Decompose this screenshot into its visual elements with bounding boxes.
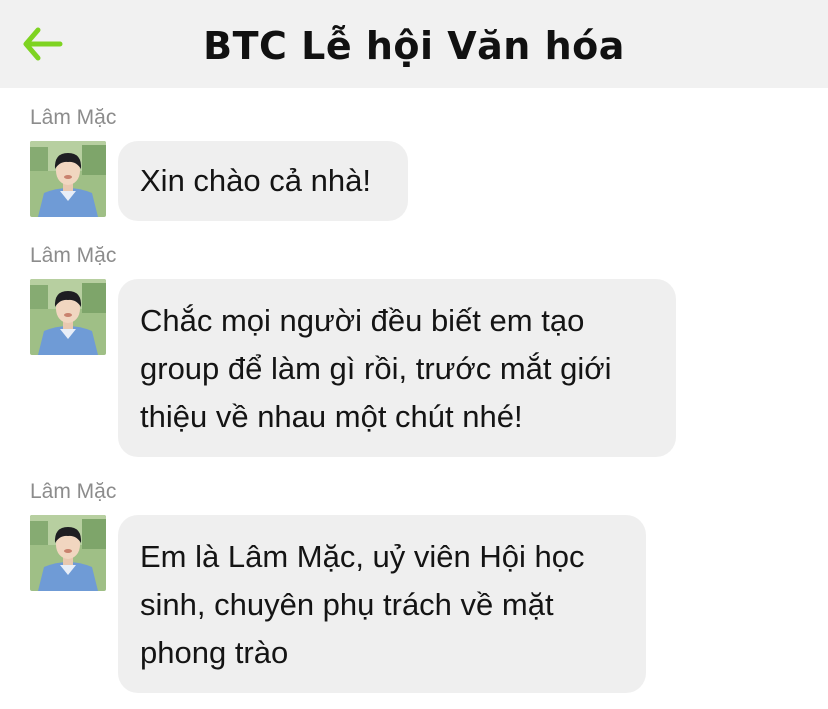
message-bubble[interactable]: Xin chào cả nhà! [118,141,408,221]
avatar-image [30,141,106,217]
message-text-line: phong trào [140,635,289,670]
sender-name: Lâm Mặc [30,480,117,503]
avatar-image [30,515,106,591]
message-text-line: Chắc mọi người đều biết em tạo [140,303,585,338]
avatar[interactable] [30,279,106,355]
message-text-line: Em là Lâm Mặc, uỷ viên Hội học [140,539,585,574]
chat-title: BTC Lễ hội Văn hóa [203,24,625,68]
message-text-line: group để làm gì rồi, trước mắt giới [140,351,612,386]
avatar-image [30,279,106,355]
avatar[interactable] [30,515,106,591]
sender-name: Lâm Mặc [30,106,117,129]
sender-name: Lâm Mặc [30,244,117,267]
message-text-line: sinh, chuyên phụ trách về mặt [140,587,554,622]
chat-header: BTC Lễ hội Văn hóa [0,0,828,88]
message-bubble[interactable]: Em là Lâm Mặc, uỷ viên Hội học sinh, chu… [118,515,646,693]
avatar[interactable] [30,141,106,217]
message-bubble[interactable]: Chắc mọi người đều biết em tạo group để … [118,279,676,457]
message-text-line: Xin chào cả nhà! [140,163,371,198]
message-text-line: thiệu về nhau một chút nhé! [140,399,523,434]
